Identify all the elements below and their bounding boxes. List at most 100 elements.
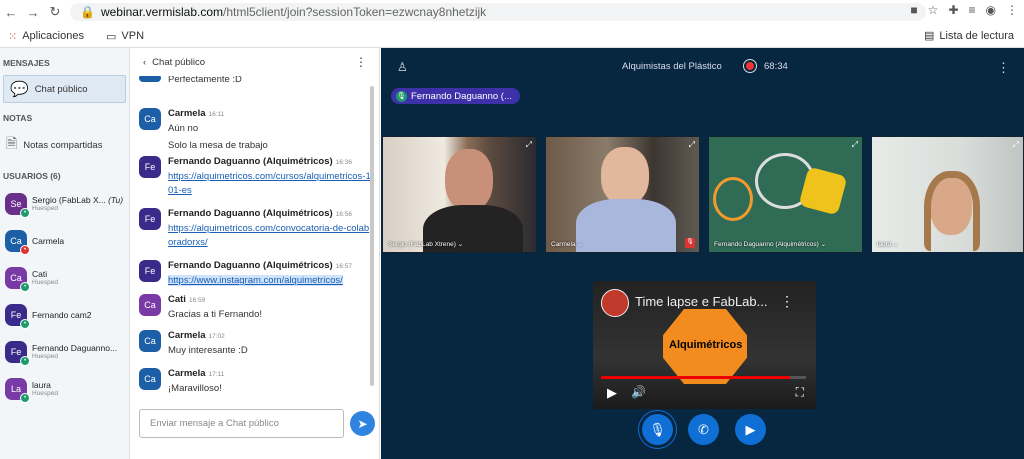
phone-icon: ✆ (698, 421, 709, 437)
reload-icon[interactable]: ↻ (44, 4, 66, 20)
expand-icon[interactable]: ⤢ (852, 140, 858, 150)
record-icon[interactable] (743, 59, 757, 73)
user-list-item[interactable]: La • laura Huesped (0, 370, 129, 407)
avatar: Ca • (5, 229, 30, 255)
message-time: 17:11 (208, 371, 225, 378)
avatar: Fe (139, 208, 161, 230)
message-time: 16:56 (335, 211, 352, 218)
send-button[interactable]: ➤ (350, 411, 375, 436)
forward-icon[interactable]: → (22, 5, 44, 20)
avatar-initials: Ca (144, 336, 156, 346)
microphone-button[interactable]: 🎙 (642, 414, 673, 445)
expand-icon[interactable]: ⤢ (526, 140, 532, 150)
mic-icon: • (20, 392, 30, 403)
avatar: Ca • (5, 266, 30, 292)
video-progress-track[interactable] (601, 376, 806, 379)
url-path: /html5client/join?sessionToken=ezwcnay8n… (223, 5, 487, 19)
chat-input[interactable]: Enviar mensaje a Chat público (139, 409, 344, 438)
avatar: Fe • (5, 303, 30, 329)
fullscreen-icon[interactable]: ⛶ (796, 385, 804, 400)
users-icon[interactable]: ♙ (397, 60, 408, 74)
bookmark-apps[interactable]: ⁙ Aplicaciones (8, 30, 84, 43)
sidebar-item-shared-notes[interactable]: 🗎 Notas compartidas (0, 131, 129, 159)
tile-shape (798, 166, 848, 216)
message-link[interactable]: https://alquimetricos.com/convocatoria-d… (168, 223, 369, 248)
bookmark-vpn-label: VPN (121, 30, 145, 42)
avatar: Ca (139, 108, 161, 130)
avatar-initials: Fe (144, 214, 156, 224)
microphone-icon: 🎙 (396, 90, 407, 102)
chevron-left-icon[interactable]: ‹ (143, 57, 146, 68)
camera-icon[interactable]: ■ (910, 3, 917, 17)
message-text: Aún no (168, 123, 199, 134)
bookmark-vpn[interactable]: ▭ VPN (106, 30, 144, 43)
message-text: Solo la mesa de trabajo (168, 140, 268, 151)
options-icon[interactable]: ⋮ (997, 60, 1010, 76)
phone-button[interactable]: ✆ (688, 414, 719, 445)
presenter-name: Fernando Daguanno (... (411, 90, 512, 102)
user-list: Se • Sergio (FabLab X... (Tu) Huesped Ca… (0, 185, 129, 407)
avatar: Se • (5, 192, 30, 218)
chat-scrollbar[interactable] (370, 86, 374, 386)
video-tile-fernando[interactable]: ⤢ Fernando Daguanno (Alquimétricos) ⌄ (708, 136, 863, 253)
video-title: Time lapse e FabLab... (635, 294, 768, 309)
message-author: Carmela (168, 368, 206, 379)
address-bar[interactable]: 🔒 webinar.vermislab.com/html5client/join… (70, 3, 926, 21)
avatar-initials: Ca (10, 235, 22, 246)
meeting-title: Alquimistas del Plástico (622, 61, 722, 72)
reading-list[interactable]: ▤ Lista de lectura (924, 29, 1014, 43)
expand-icon[interactable]: ⤢ (1013, 140, 1019, 150)
tile-label: Sergio (FabLab Xtrene) ⌄ (388, 241, 464, 248)
url-host: webinar.vermislab.com (100, 5, 223, 19)
message-link[interactable]: https://alquimetricos.com/cursos/alquime… (168, 171, 371, 196)
user-name: Sergio (FabLab X... (32, 195, 106, 205)
expand-icon[interactable]: ⤢ (689, 140, 695, 150)
avatar-initials: Fe (144, 266, 156, 276)
play-icon[interactable]: ▶ (607, 385, 617, 401)
muted-icon: • (20, 244, 30, 255)
message-time: 16:36 (335, 159, 352, 166)
extensions-icon[interactable]: ✚ (948, 3, 958, 17)
recording-timer: 68:34 (764, 61, 788, 72)
user-list-item[interactable]: Fe • Fernando Daguanno... Huesped (0, 333, 129, 370)
video-tile-laura[interactable]: ⤢ laura ⌄ (871, 136, 1024, 253)
sidebar-item-public-chat[interactable]: 💬 Chat público (3, 75, 126, 103)
avatar: Ca (139, 294, 161, 316)
message-time: 16:59 (188, 297, 206, 304)
user-list-item[interactable]: Se • Sergio (FabLab X... (Tu) Huesped (0, 185, 129, 222)
message-author: Carmela (168, 330, 206, 341)
video-tile-sergio[interactable]: ⤢ Sergio (FabLab Xtrene) ⌄ (382, 136, 537, 253)
playlist-icon[interactable]: ≡ (969, 3, 976, 17)
camera-button[interactable]: ▶ (735, 414, 766, 445)
tile-label: laura ⌄ (877, 241, 899, 248)
message-time: 16:11 (208, 111, 225, 118)
you-tag: (Tu) (108, 195, 124, 205)
user-name: Carmela (32, 235, 65, 246)
video-player[interactable]: Time lapse e FabLab... ⋮ Alquimétricos ▶… (593, 281, 816, 409)
avatar-initials: Ca (144, 374, 156, 384)
message-text: ¡Maravilloso! (168, 383, 222, 394)
menu-icon[interactable]: ⋮ (1006, 3, 1018, 17)
channel-avatar[interactable] (601, 289, 629, 317)
user-list-item[interactable]: Ca • Carmela (0, 222, 129, 259)
user-name: Fernando Daguanno... (32, 343, 118, 353)
presenter-pill[interactable]: 🎙 Fernando Daguanno (... (391, 88, 520, 104)
user-list-item[interactable]: Fe • Fernando cam2 (0, 296, 129, 333)
video-menu-icon[interactable]: ⋮ (780, 293, 794, 310)
tile-body (576, 199, 676, 252)
message-link[interactable]: https://www.instagram.com/alquimetricos/ (168, 275, 343, 286)
video-tile-carmela[interactable]: ⤢ 🎙 Carmela ⌄ (545, 136, 700, 253)
folder-icon: ▭ (105, 30, 117, 43)
user-list-item[interactable]: Ca • Cati Huesped (0, 259, 129, 296)
star-icon[interactable]: ☆ (928, 3, 939, 17)
avatar-initials: Se (10, 198, 22, 209)
user-role: Huesped (32, 390, 59, 397)
profile-icon[interactable]: ◉ (986, 3, 996, 17)
avatar-initials: Ca (10, 272, 22, 283)
back-icon[interactable]: ← (0, 5, 22, 20)
volume-icon[interactable]: 🔊 (631, 385, 646, 399)
apps-grid-icon: ⁙ (8, 30, 18, 43)
chat-header[interactable]: ‹ Chat público (131, 48, 379, 76)
more-options-icon[interactable]: ⋮ (355, 55, 367, 69)
note-icon: 🗎 (6, 135, 18, 151)
